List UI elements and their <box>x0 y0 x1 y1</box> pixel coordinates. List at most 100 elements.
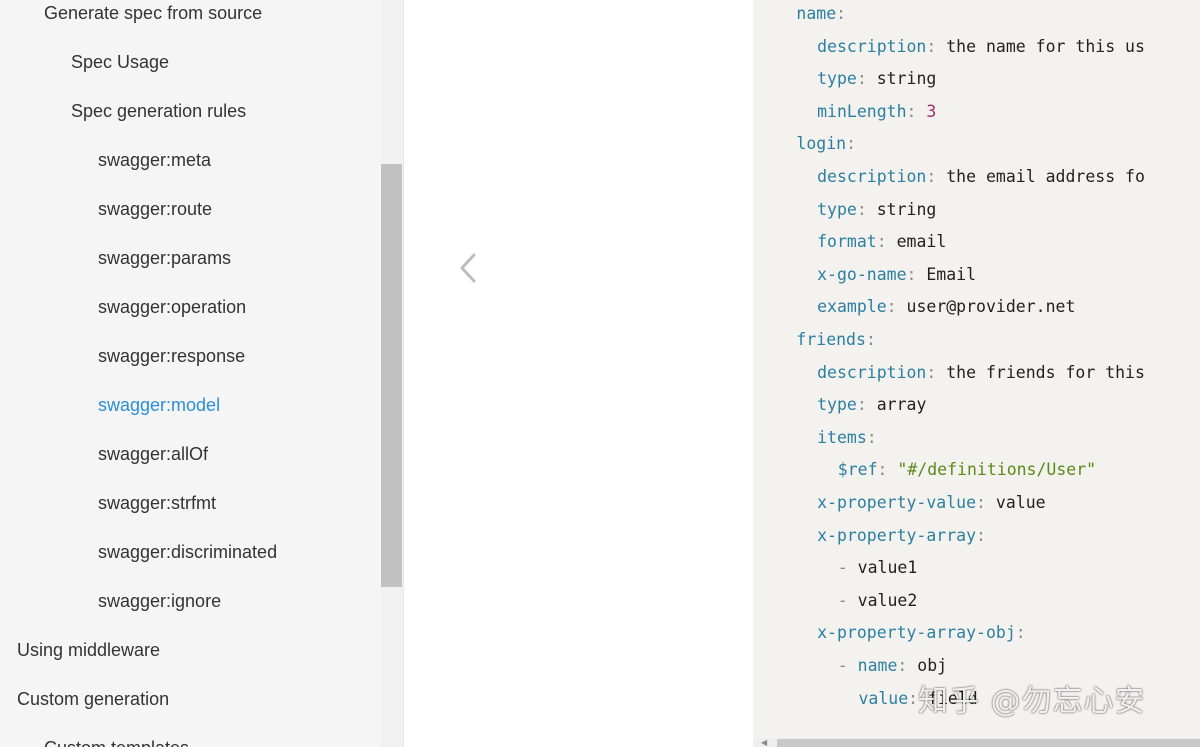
sidebar-item-swagger-discriminated[interactable]: swagger:discriminated <box>98 541 277 563</box>
code-key: value <box>858 688 909 708</box>
code-line: - value1 <box>838 558 917 578</box>
code-line: - name: obj <box>838 656 947 676</box>
list-dash: - <box>837 558 858 578</box>
code-value: value2 <box>857 590 918 610</box>
code-value: value <box>995 493 1046 512</box>
sidebar-item-swagger-operation[interactable]: swagger:operation <box>98 296 246 318</box>
colon: : <box>906 264 917 284</box>
code-scrollbar-thumb[interactable] <box>777 739 1200 747</box>
code-key: friends <box>796 330 866 349</box>
code-line: x-property-array: <box>817 526 986 546</box>
code-value: "#/definitions/User" <box>897 460 1097 480</box>
sidebar-scrollbar-thumb[interactable] <box>381 164 402 587</box>
code-value: value1 <box>857 558 918 578</box>
colon: : <box>976 493 986 512</box>
watermark: 知乎 @勿忘心安 <box>918 684 1146 719</box>
docs-sidebar: Generate spec from source Spec Usage Spec … <box>0 0 381 747</box>
code-value: the name for this us <box>946 36 1145 56</box>
code-key: $ref <box>837 460 878 480</box>
code-key: format <box>817 232 877 252</box>
code-horizontal-scrollbar[interactable]: ◀ <box>753 738 1200 747</box>
sidebar-item-swagger-route[interactable]: swagger:route <box>98 198 212 220</box>
colon: : <box>836 4 847 23</box>
sidebar-item-swagger-meta[interactable]: swagger:meta <box>98 149 211 171</box>
code-value: string <box>876 69 937 89</box>
code-line: friends: <box>796 330 875 350</box>
colon: : <box>906 101 917 121</box>
chevron-left-icon <box>460 253 476 283</box>
code-key: name <box>796 4 837 23</box>
code-line: $ref: "#/definitions/User" <box>838 460 1096 480</box>
code-line: type: string <box>817 200 936 220</box>
code-line: description: the friends for this <box>817 363 1145 383</box>
code-key: login <box>796 134 847 154</box>
code-line: x-go-name: Email <box>817 265 976 285</box>
colon: : <box>846 134 856 154</box>
code-key: type <box>817 69 857 89</box>
code-value: obj <box>917 656 948 675</box>
sidebar-item-using-middleware[interactable]: Using middleware <box>17 639 160 661</box>
code-line: example: user@provider.net <box>817 297 1075 317</box>
code-key: items <box>817 427 867 447</box>
code-line: minLength: 3 <box>817 102 936 122</box>
colon: : <box>926 167 937 186</box>
sidebar-item-spec-generation-rules[interactable]: Spec generation rules <box>71 100 246 122</box>
code-value: array <box>876 395 927 415</box>
code-line: - value2 <box>838 591 917 611</box>
code-key: x-property-value <box>817 493 977 512</box>
sidebar-item-swagger-strfmt[interactable]: swagger:strfmt <box>98 492 216 514</box>
code-key: description <box>817 36 927 56</box>
colon: : <box>856 69 867 89</box>
colon: : <box>865 330 876 349</box>
code-line: name: <box>796 4 846 24</box>
colon: : <box>856 395 867 415</box>
code-value: string <box>876 199 937 219</box>
code-line: type: string <box>817 69 936 89</box>
sidebar-item-swagger-params[interactable]: swagger:params <box>98 247 231 269</box>
code-value: 3 <box>926 101 937 121</box>
code-line: description: the email address fo <box>817 167 1145 187</box>
sidebar-item-spec-usage[interactable]: Spec Usage <box>71 51 169 73</box>
colon: : <box>876 232 887 252</box>
colon: : <box>856 199 867 219</box>
list-dash: - <box>837 590 858 610</box>
code-key: description <box>817 362 927 382</box>
code-line: format: email <box>817 232 946 252</box>
sidebar-item-custom-templates[interactable]: Custom templates <box>44 737 189 747</box>
code-line: description: the name for this us <box>817 37 1145 57</box>
colon: : <box>1015 623 1026 643</box>
colon: : <box>908 688 919 708</box>
code-value: email <box>896 232 947 252</box>
code-line: type: array <box>817 395 926 415</box>
code-value: the email address fo <box>946 167 1145 186</box>
code-key: x-property-array <box>817 525 977 545</box>
code-line: items: <box>817 428 877 448</box>
content-gutter <box>404 0 753 747</box>
code-key: x-property-array-obj <box>817 623 1016 643</box>
code-line: x-property-array-obj: <box>817 623 1026 643</box>
colon: : <box>976 525 986 545</box>
sidebar-item-swagger-allof[interactable]: swagger:allOf <box>98 443 208 465</box>
colon: : <box>877 460 888 480</box>
code-line: x-property-value: value <box>817 493 1046 513</box>
sidebar-scrollbar[interactable] <box>381 0 403 747</box>
sidebar-item-custom-generation[interactable]: Custom generation <box>17 688 169 710</box>
code-key: x-go-name <box>817 264 907 284</box>
sidebar-item-swagger-model[interactable]: swagger:model <box>98 394 220 416</box>
colon: : <box>926 36 937 56</box>
code-value: Email <box>926 264 977 284</box>
code-value: user@provider.net <box>906 297 1076 317</box>
code-block: name: description: the name for this us ty… <box>753 0 1200 747</box>
colon: : <box>926 362 937 382</box>
sidebar-item-swagger-response[interactable]: swagger:response <box>98 345 245 367</box>
sidebar-item-swagger-ignore[interactable]: swagger:ignore <box>98 590 221 612</box>
code-key: example <box>817 297 887 317</box>
code-line: login: <box>796 134 856 154</box>
scroll-left-arrow-icon[interactable]: ◀ <box>761 738 767 747</box>
sidebar-item-generate-spec-from-source[interactable]: Generate spec from source <box>44 2 262 24</box>
colon: : <box>866 427 877 447</box>
code-key: minLength <box>817 101 907 121</box>
code-key: description <box>817 167 927 186</box>
list-dash: - <box>837 656 858 675</box>
previous-page-button[interactable] <box>448 248 488 288</box>
